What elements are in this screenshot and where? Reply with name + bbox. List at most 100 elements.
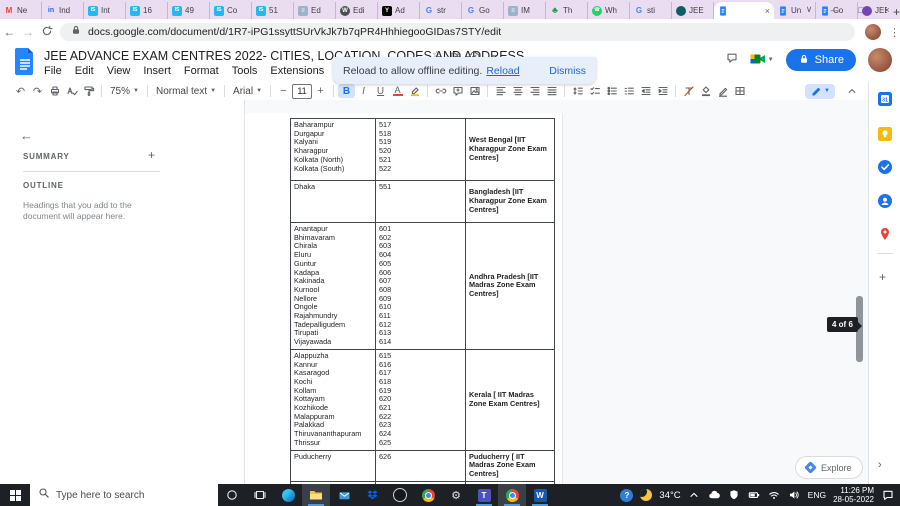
taskbar-search[interactable]: Type here to search bbox=[30, 484, 218, 506]
google-keep-icon[interactable] bbox=[878, 127, 892, 141]
text-color-icon[interactable]: A bbox=[389, 84, 406, 98]
menu-tools[interactable]: Tools bbox=[232, 65, 258, 77]
google-calendar-icon[interactable]: 31 bbox=[878, 92, 892, 106]
menu-extensions[interactable]: Extensions bbox=[270, 65, 324, 77]
decrease-font-size-icon[interactable]: − bbox=[275, 84, 292, 98]
google-docs-logo-icon[interactable] bbox=[14, 48, 34, 80]
google-tasks-icon[interactable] bbox=[878, 160, 892, 174]
wifi-icon[interactable] bbox=[768, 489, 781, 502]
browser-profile-avatar[interactable] bbox=[865, 24, 882, 40]
menu-insert[interactable]: Insert bbox=[143, 65, 171, 77]
add-summary-button[interactable]: + bbox=[148, 148, 155, 162]
taskbar-chrome-icon[interactable] bbox=[498, 484, 526, 506]
meet-icon[interactable]: ▼ bbox=[750, 53, 774, 67]
explore-button[interactable]: Explore bbox=[795, 456, 863, 479]
menu-format[interactable]: Format bbox=[184, 65, 219, 77]
get-addons-button[interactable]: + bbox=[879, 270, 886, 284]
browser-tab[interactable]: ≡ IM bbox=[504, 2, 546, 19]
chevron-up-icon[interactable] bbox=[688, 489, 701, 502]
close-outline-icon[interactable]: ← bbox=[20, 128, 33, 143]
codes-cell[interactable]: 517 518 519 520 521 522 bbox=[375, 118, 466, 181]
back-icon[interactable]: ← bbox=[0, 25, 19, 39]
browser-tab[interactable]: IS 16 bbox=[126, 2, 168, 19]
maximize-icon[interactable]: □ bbox=[848, 5, 874, 15]
browser-tab[interactable]: IS Int bbox=[84, 2, 126, 19]
zone-cell[interactable]: West Bengal [IIT Kharagpur Zone Exam Cen… bbox=[465, 118, 555, 181]
browser-tab[interactable]: M Ne bbox=[0, 2, 42, 19]
table-grid-icon[interactable] bbox=[731, 84, 748, 98]
zone-cell[interactable]: Puducherry [ IIT Madras Zone Exam Centre… bbox=[465, 449, 555, 483]
border-color-icon[interactable] bbox=[714, 84, 731, 98]
browser-tab[interactable]: ☎ Wh bbox=[588, 2, 630, 19]
browser-tab[interactable]: Gstr bbox=[420, 2, 462, 19]
align-left-icon[interactable] bbox=[492, 84, 509, 98]
font-select[interactable]: Arial ▼ bbox=[229, 86, 266, 97]
zoom-select[interactable]: 75% ▼ bbox=[106, 86, 143, 97]
add-comment-icon[interactable] bbox=[449, 84, 466, 98]
browser-tab[interactable]: IS Co bbox=[210, 2, 252, 19]
tab-search-chevron-icon[interactable]: ∨ bbox=[796, 4, 822, 15]
start-button[interactable] bbox=[0, 484, 30, 506]
increase-indent-icon[interactable] bbox=[654, 84, 671, 98]
taskbar-cortana-icon[interactable] bbox=[218, 484, 246, 506]
numbered-list-icon[interactable] bbox=[620, 84, 637, 98]
forward-icon[interactable]: → bbox=[19, 25, 38, 39]
browser-tab-active[interactable]: × bbox=[714, 2, 774, 19]
browser-tab[interactable]: G Go bbox=[462, 2, 504, 19]
zone-cell[interactable]: Kerala [ IIT Madras Zone Exam Centres] bbox=[465, 348, 555, 451]
omnibox[interactable]: docs.google.com/document/d/1R7-iPG1ssytt… bbox=[60, 23, 856, 41]
browser-tab[interactable]: ≡ Ed bbox=[294, 2, 336, 19]
menu-view[interactable]: View bbox=[107, 65, 131, 77]
tab-close-icon[interactable]: × bbox=[765, 6, 770, 16]
document-page[interactable]: Baharampur Durgapur Kalyani Kharagpur Ko… bbox=[245, 113, 563, 484]
close-icon[interactable]: × bbox=[874, 5, 900, 15]
cities-cell[interactable]: Dhaka bbox=[290, 180, 376, 223]
browser-tab[interactable]: in Ind bbox=[42, 2, 84, 19]
taskbar-word-icon[interactable]: W bbox=[526, 484, 554, 506]
taskbar-task-view-icon[interactable] bbox=[246, 484, 274, 506]
font-size-value[interactable]: 11 bbox=[292, 83, 313, 99]
line-spacing-icon[interactable] bbox=[569, 84, 586, 98]
codes-cell[interactable]: 551 bbox=[375, 180, 466, 223]
dismiss-link[interactable]: Dismiss bbox=[549, 65, 586, 77]
undo-icon[interactable]: ↶ bbox=[12, 84, 29, 98]
cities-cell[interactable]: Anantapur Bhimavaram Chirala Eluru Guntu… bbox=[290, 222, 376, 350]
comment-history-icon[interactable] bbox=[726, 51, 738, 69]
align-right-icon[interactable] bbox=[526, 84, 543, 98]
cities-cell[interactable]: Puducherry bbox=[290, 449, 376, 483]
menu-edit[interactable]: Edit bbox=[75, 65, 94, 77]
temperature[interactable]: 34°C bbox=[659, 490, 680, 501]
codes-cell[interactable]: 615 616 617 618 619 620 621 622 623 624 … bbox=[375, 348, 466, 451]
codes-cell[interactable]: 626 bbox=[375, 449, 466, 483]
shield-icon[interactable] bbox=[728, 489, 741, 502]
minimize-icon[interactable]: — bbox=[822, 5, 848, 15]
hide-side-panel-icon[interactable]: › bbox=[878, 459, 882, 471]
browser-tab[interactable]: W Edi bbox=[336, 2, 378, 19]
bulleted-list-icon[interactable] bbox=[603, 84, 620, 98]
google-contacts-icon[interactable] bbox=[878, 194, 892, 208]
battery-icon[interactable] bbox=[748, 489, 761, 502]
italic-icon[interactable]: I bbox=[355, 84, 372, 98]
underline-icon[interactable]: U bbox=[372, 84, 389, 98]
taskbar-mail-icon[interactable] bbox=[330, 484, 358, 506]
editing-mode-button[interactable]: ▼ bbox=[805, 83, 835, 99]
reload-icon[interactable] bbox=[37, 25, 56, 40]
help-icon[interactable]: ? bbox=[620, 488, 634, 502]
align-justify-icon[interactable] bbox=[543, 84, 560, 98]
taskbar-settings-icon[interactable]: ⚙ bbox=[442, 484, 470, 506]
align-center-icon[interactable] bbox=[509, 84, 526, 98]
codes-cell[interactable]: 601 602 603 604 605 606 607 608 609 610 … bbox=[375, 222, 466, 350]
taskbar-dropbox-icon[interactable] bbox=[358, 484, 386, 506]
account-avatar[interactable] bbox=[868, 48, 892, 72]
paint-format-icon[interactable] bbox=[80, 84, 97, 98]
spellcheck-icon[interactable] bbox=[63, 84, 80, 98]
insert-image-icon[interactable] bbox=[466, 84, 483, 98]
bold-icon[interactable]: B bbox=[338, 84, 356, 98]
fill-color-icon[interactable] bbox=[697, 84, 714, 98]
taskbar-edge-icon[interactable] bbox=[274, 484, 302, 506]
link-icon[interactable] bbox=[432, 84, 449, 98]
increase-font-size-icon[interactable]: + bbox=[312, 84, 329, 98]
browser-tab[interactable]: IS 51 bbox=[252, 2, 294, 19]
checklist-icon[interactable] bbox=[586, 84, 603, 98]
notification-center-icon[interactable] bbox=[881, 489, 894, 502]
